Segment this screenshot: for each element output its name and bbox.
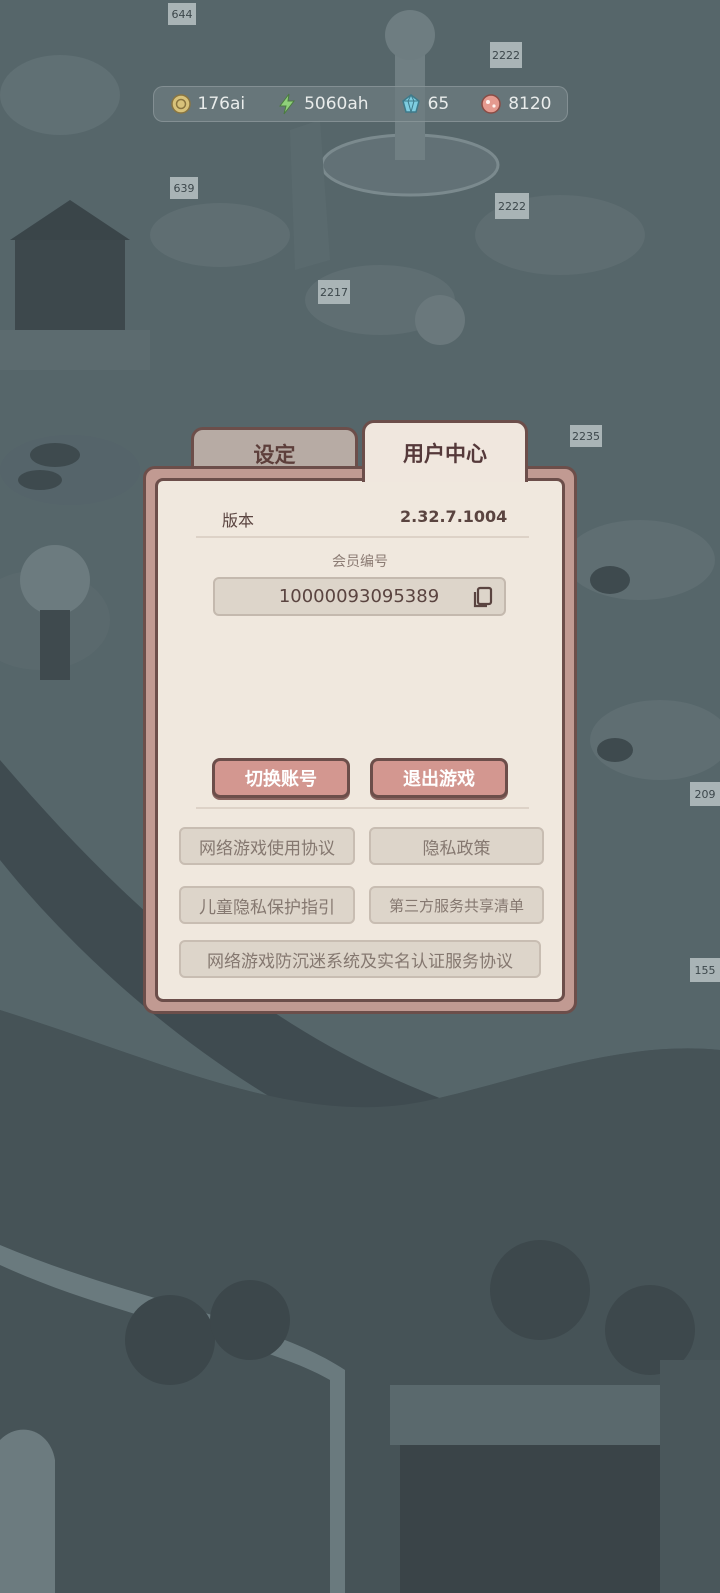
scene-sign-2222-a: 2222 <box>492 49 520 62</box>
child-privacy-link[interactable]: 儿童隐私保护指引 <box>179 886 355 924</box>
switch-account-button[interactable]: 切换账号 <box>212 758 350 798</box>
resource-energy[interactable]: 5060ah <box>276 93 369 115</box>
resource-gem-value: 65 <box>427 94 450 114</box>
scene-sign-2222-b: 2222 <box>498 200 526 213</box>
scene-sign-2235: 2235 <box>572 430 600 443</box>
third-party-sharing-link[interactable]: 第三方服务共享清单 <box>369 886 544 924</box>
blue-gem-icon <box>401 93 420 114</box>
divider-top <box>196 536 529 538</box>
energy-bolt-icon <box>279 93 296 115</box>
resource-gold-value: 176ai <box>197 94 246 114</box>
exit-game-button[interactable]: 退出游戏 <box>370 758 508 798</box>
divider-bottom <box>196 807 529 809</box>
scene-sign-644: 644 <box>172 8 193 21</box>
resource-bar: 176ai 5060ah 65 8120 <box>153 86 568 122</box>
copy-icon[interactable] <box>470 584 496 610</box>
resource-orb[interactable]: 8120 <box>480 93 551 115</box>
scene-sign-209: 209 <box>695 788 716 801</box>
member-id-box: 10000093095389 <box>213 577 506 616</box>
red-orb-icon <box>481 94 501 114</box>
resource-gem[interactable]: 65 <box>400 93 450 115</box>
anti-addiction-agreement-link[interactable]: 网络游戏防沉迷系统及实名认证服务协议 <box>179 940 541 978</box>
member-id-label: 会员编号 <box>332 554 388 570</box>
version-label: 版本 <box>222 511 255 530</box>
scene-sign-155: 155 <box>695 964 716 977</box>
game-agreement-link[interactable]: 网络游戏使用协议 <box>179 827 355 865</box>
gold-coin-icon <box>170 94 191 114</box>
resource-energy-value: 5060ah <box>304 94 369 114</box>
scene-sign-2217: 2217 <box>320 286 348 299</box>
privacy-policy-link[interactable]: 隐私政策 <box>369 827 544 865</box>
tab-user-center[interactable]: 用户中心 <box>362 420 528 482</box>
scene-sign-639: 639 <box>174 182 195 195</box>
version-value: 2.32.7.1004 <box>400 507 508 526</box>
game-screen: 644 2222 639 2222 2217 2235 209 155 176a… <box>0 0 720 1593</box>
resource-gold[interactable]: 176ai <box>170 93 246 115</box>
member-id-value: 10000093095389 <box>278 586 440 607</box>
resource-orb-value: 8120 <box>508 94 552 114</box>
